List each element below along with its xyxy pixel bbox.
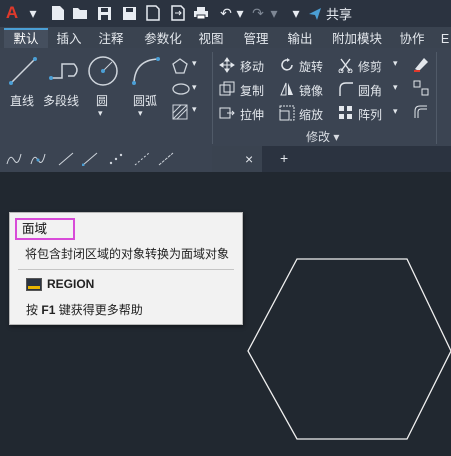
trim-label[interactable]: 修剪: [358, 58, 382, 75]
fillet-icon[interactable]: [338, 81, 354, 97]
share-icon: [309, 7, 321, 20]
redo-icon[interactable]: ↷: [250, 4, 266, 22]
tooltip-description: 将包含封闭区域的对象转换为面域对象: [25, 247, 230, 261]
ellipse-dropdown-icon[interactable]: ▾: [192, 82, 197, 93]
mirror-label[interactable]: 镜像: [299, 82, 323, 99]
spline-cv-icon[interactable]: [30, 152, 46, 166]
app-logo-icon[interactable]: A: [3, 3, 21, 22]
new-icon[interactable]: [50, 4, 66, 22]
fillet-dropdown-icon[interactable]: ▾: [393, 82, 398, 93]
quick-access-toolbar: A ▾ ↶ ▾ ↷ ▾ ▾ 共享: [0, 0, 451, 27]
polygon-dropdown-icon[interactable]: ▾: [192, 58, 197, 69]
circle-icon[interactable]: [87, 55, 119, 87]
modify-panel-title[interactable]: 修改 ▾: [306, 128, 339, 145]
scale-label[interactable]: 缩放: [299, 106, 323, 123]
mirror-icon[interactable]: [279, 81, 295, 97]
copy-icon[interactable]: [219, 81, 235, 97]
circle-label[interactable]: 圆: [96, 92, 108, 109]
array-dropdown-icon[interactable]: ▾: [393, 106, 398, 117]
region-tooltip: 面域 将包含封闭区域的对象转换为面域对象 REGION 按 F1 键获得更多帮助: [9, 212, 243, 325]
open-icon[interactable]: [72, 4, 88, 22]
tab-view[interactable]: 视图: [194, 30, 228, 48]
save-icon[interactable]: [96, 4, 112, 22]
share-label: 共享: [326, 7, 353, 22]
offset-icon[interactable]: [412, 103, 430, 121]
arc-icon[interactable]: [131, 56, 161, 86]
multiple-points-icon[interactable]: [108, 152, 124, 166]
new-tab-icon[interactable]: +: [280, 150, 288, 166]
polygon-icon[interactable]: [172, 58, 188, 74]
help-key: F1: [41, 303, 56, 317]
close-tab-icon[interactable]: ×: [245, 151, 253, 167]
tooltip-help: 按 F1 键获得更多帮助: [26, 301, 143, 318]
circle-dropdown-icon[interactable]: ▾: [98, 108, 103, 119]
rotate-label[interactable]: 旋转: [299, 58, 323, 75]
move-label[interactable]: 移动: [240, 58, 264, 75]
arc-label[interactable]: 圆弧: [133, 92, 157, 109]
export-icon[interactable]: [170, 4, 186, 22]
undo-dropdown-icon[interactable]: ▾: [232, 4, 248, 22]
help-suffix: 键获得更多帮助: [58, 303, 143, 317]
array-label[interactable]: 阵列: [358, 106, 382, 123]
doc-tab-drawing[interactable]: [212, 146, 262, 172]
panel-divider: [212, 52, 213, 144]
command-line-icon: [26, 277, 42, 291]
line-label[interactable]: 直线: [10, 92, 34, 109]
hatch-dropdown-icon[interactable]: ▾: [192, 104, 197, 115]
tab-default[interactable]: 默认: [4, 28, 48, 48]
line-icon[interactable]: [8, 56, 38, 86]
ribbon-panel: 直线 多段线 圆 ▾ 圆弧 ▾ ▾ ▾ ▾ 移动 旋转 修剪 ▾ 复制 镜像 圆…: [0, 48, 451, 146]
tab-addins[interactable]: 附加模块: [327, 30, 387, 48]
tooltip-divider: [18, 269, 234, 270]
stretch-label[interactable]: 拉伸: [240, 106, 264, 123]
move-icon[interactable]: [219, 57, 235, 73]
tab-collaborate[interactable]: 协作: [395, 30, 429, 48]
share-button[interactable]: 共享: [308, 4, 352, 23]
help-prefix: 按: [26, 303, 39, 317]
tooltip-title: 面域: [15, 218, 75, 240]
explode-icon[interactable]: [412, 79, 430, 97]
scale-icon[interactable]: [279, 105, 295, 121]
spline-fit-icon[interactable]: [6, 152, 22, 166]
command-name: REGION: [47, 277, 95, 291]
hatch-icon[interactable]: [172, 104, 188, 120]
polyline-icon[interactable]: [48, 58, 82, 84]
rotate-icon[interactable]: [279, 57, 295, 73]
copy-label[interactable]: 复制: [240, 82, 264, 99]
arc-dropdown-icon[interactable]: ▾: [138, 108, 143, 119]
polyline-label[interactable]: 多段线: [43, 92, 79, 109]
saveas-icon[interactable]: [121, 4, 137, 22]
tooltip-command: REGION: [26, 277, 94, 291]
ellipse-icon[interactable]: [172, 82, 190, 96]
redo-dropdown-icon[interactable]: ▾: [266, 4, 282, 22]
tab-annotate[interactable]: 注释: [94, 30, 128, 48]
document-tabs: × +: [212, 146, 451, 172]
tab-manage[interactable]: 管理: [239, 30, 273, 48]
tab-output[interactable]: 输出: [283, 30, 317, 48]
trim-icon[interactable]: [338, 57, 354, 73]
construction-line-icon[interactable]: [58, 152, 74, 166]
divide-icon[interactable]: [134, 152, 150, 166]
print-icon[interactable]: [193, 4, 209, 22]
stretch-icon[interactable]: [219, 105, 235, 121]
measure-icon[interactable]: [158, 152, 174, 166]
customize-qat-icon[interactable]: ▾: [288, 4, 304, 22]
tab-insert[interactable]: 插入: [52, 30, 86, 48]
panel-divider: [436, 52, 437, 144]
fillet-label[interactable]: 圆角: [358, 82, 382, 99]
menu-dropdown-icon[interactable]: ▾: [25, 4, 41, 22]
erase-icon[interactable]: [412, 55, 430, 73]
publish-icon[interactable]: [145, 4, 161, 22]
tab-parametric[interactable]: 参数化: [140, 30, 186, 48]
tab-express[interactable]: E: [438, 30, 451, 48]
ray-icon[interactable]: [82, 152, 98, 166]
ribbon-tabs: 默认 插入 注释 参数化 视图 管理 输出 附加模块 协作 E: [0, 27, 451, 48]
trim-dropdown-icon[interactable]: ▾: [393, 58, 398, 69]
array-icon[interactable]: [338, 105, 354, 121]
